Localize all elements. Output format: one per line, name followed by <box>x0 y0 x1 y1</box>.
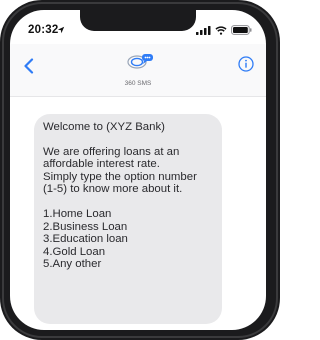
message-body-line: affordable interest rate. <box>43 158 160 171</box>
received-message-bubble[interactable]: Welcome to (XYZ Bank) We are offering lo… <box>34 114 222 324</box>
phone-frame: 20:32 360 SMS Welcome to (XYZ Bank) We a… <box>0 0 280 340</box>
status-time: 20:32 <box>28 24 59 36</box>
loan-option-business: 2.Business Loan <box>43 220 128 233</box>
status-icons <box>196 25 252 35</box>
info-icon[interactable] <box>238 56 254 72</box>
message-body-line: Simply type the option number <box>43 170 197 183</box>
phone-notch <box>80 10 196 31</box>
loan-option-home: 1.Home Loan <box>43 207 112 220</box>
back-chevron-icon[interactable] <box>22 58 36 74</box>
signal-icon <box>196 25 211 35</box>
phone-screen: 20:32 360 SMS Welcome to (XYZ Bank) We a… <box>10 10 266 330</box>
loan-option-education: 3.Education loan <box>43 233 128 246</box>
location-arrow-icon <box>57 26 65 34</box>
message-body-line: (1-5) to know more about it. <box>43 183 183 196</box>
message-greeting: Welcome to (XYZ Bank) <box>43 121 165 133</box>
wifi-icon <box>215 25 227 35</box>
loan-option-other: 5.Any other <box>43 258 102 271</box>
conversation-header: 360 SMS <box>10 44 266 97</box>
contact-name[interactable]: 360 SMS <box>10 80 266 87</box>
sender-logo-icon[interactable] <box>122 52 156 70</box>
loan-option-gold: 4.Gold Loan <box>43 245 106 258</box>
message-body-line: We are offering loans at an <box>43 145 180 158</box>
battery-icon <box>231 25 252 35</box>
